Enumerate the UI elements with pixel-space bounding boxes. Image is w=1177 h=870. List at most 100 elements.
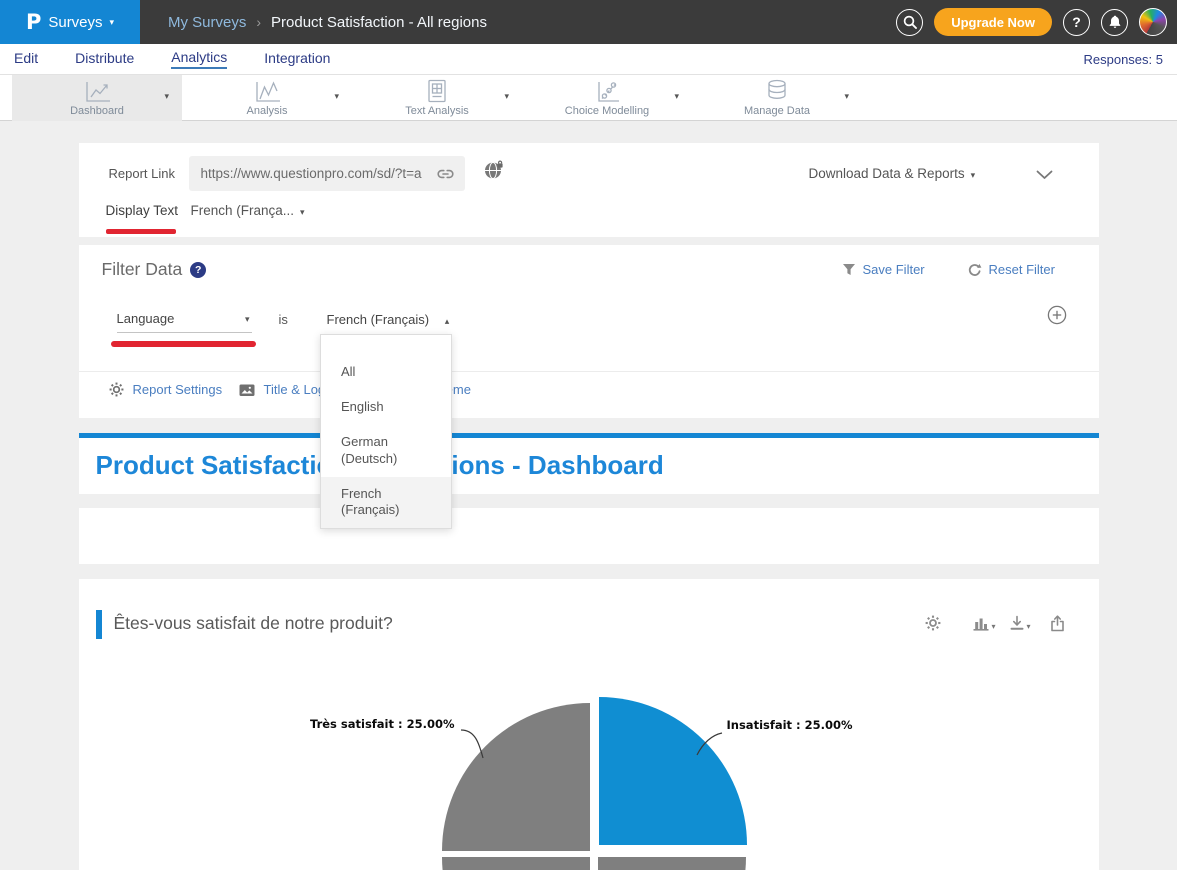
download-icon xyxy=(1009,615,1025,631)
toolbar-item-label: Dashboard xyxy=(70,105,124,117)
display-language-dropdown[interactable]: French (França...▾ xyxy=(191,203,305,218)
filter-field-select[interactable]: Language ▾ xyxy=(117,311,252,333)
chevron-down-icon[interactable]: ▾ xyxy=(844,91,849,102)
toolbar-choice-modelling[interactable]: Choice Modelling ▾ xyxy=(522,75,692,121)
toolbar-item-label: Manage Data xyxy=(744,105,810,117)
upgrade-now-button[interactable]: Upgrade Now xyxy=(934,8,1052,36)
dashboard-title-panel: Product Satisfaction - All regions - Das… xyxy=(79,438,1099,494)
top-navbar: P Surveys ▾ My Surveys › Product Satisfa… xyxy=(0,0,1177,44)
chevron-down-icon: ▾ xyxy=(245,314,250,325)
chevron-down-icon[interactable]: ▾ xyxy=(164,91,169,102)
question-accent-tick xyxy=(96,610,102,639)
chevron-down-icon[interactable]: ▾ xyxy=(504,91,509,102)
refresh-icon xyxy=(967,263,982,277)
database-icon xyxy=(765,79,789,104)
toolbar-analysis[interactable]: Analysis ▾ xyxy=(182,75,352,121)
pie-chart[interactable] xyxy=(79,659,1099,870)
pie-slice-insatisfait xyxy=(599,697,747,845)
chart-type-button[interactable]: ▾ xyxy=(972,615,996,631)
pie-slice-tres-satisfait xyxy=(442,703,590,851)
pie-slice-bottom-left xyxy=(442,857,590,870)
toolbar-text-analysis[interactable]: Text Analysis ▾ xyxy=(352,75,522,121)
toolbar-dashboard[interactable]: Dashboard ▾ xyxy=(12,75,182,121)
globe-lock-icon[interactable] xyxy=(484,160,505,185)
breadcrumb-separator: › xyxy=(256,14,261,30)
analytics-toolbar: Dashboard ▾ Analysis ▾ Text Analysis ▾ C… xyxy=(0,75,1177,121)
line-chart-icon xyxy=(81,80,113,104)
search-button[interactable] xyxy=(896,9,923,36)
filter-field-active-bar xyxy=(111,341,256,347)
tab-edit[interactable]: Edit xyxy=(14,50,38,68)
filter-data-title: Filter Data ? xyxy=(102,259,207,280)
scatter-chart-icon xyxy=(593,80,621,104)
download-data-reports-dropdown[interactable]: Download Data & Reports▾ xyxy=(809,166,976,181)
report-link-label: Report Link xyxy=(109,166,175,181)
pie-label-tres-satisfait: Très satisfait : 25.00% xyxy=(259,717,455,731)
search-icon xyxy=(903,15,917,29)
breadcrumb-current-survey: Product Satisfaction - All regions xyxy=(271,14,487,31)
active-tab-underline xyxy=(106,229,176,234)
page-content: Report Link Download Data & Reports▾ Dis… xyxy=(79,143,1099,870)
chart-share-button[interactable] xyxy=(1050,615,1065,632)
tab-integration[interactable]: Integration xyxy=(264,50,330,68)
report-settings-link[interactable]: Report Settings xyxy=(109,382,223,397)
language-option-german[interactable]: German (Deutsch) xyxy=(321,425,421,477)
link-icon[interactable] xyxy=(437,167,454,185)
pie-slice-bottom-right xyxy=(598,857,746,870)
display-text-tab[interactable]: Display Text xyxy=(106,203,179,218)
filter-data-panel: Filter Data ? Save Filter Reset Filter L… xyxy=(79,245,1099,418)
user-avatar[interactable] xyxy=(1139,8,1167,36)
product-menu-label: Surveys xyxy=(48,14,102,31)
survey-tabs: Edit Distribute Analytics Integration Re… xyxy=(0,44,1177,75)
bell-icon xyxy=(1108,15,1122,29)
help-button[interactable]: ? xyxy=(1063,9,1090,36)
reset-filter-button[interactable]: Reset Filter xyxy=(967,262,1055,277)
filter-data-title-text: Filter Data xyxy=(102,259,183,280)
gear-icon xyxy=(109,382,124,397)
toolbar-manage-data[interactable]: Manage Data ▾ xyxy=(692,75,862,121)
topbar-actions: Upgrade Now ? xyxy=(896,0,1167,44)
language-option-french[interactable]: French (Français) xyxy=(321,477,451,529)
notifications-button[interactable] xyxy=(1101,9,1128,36)
breadcrumb-my-surveys[interactable]: My Surveys xyxy=(168,14,246,31)
chevron-down-icon[interactable]: ▾ xyxy=(334,91,339,102)
pie-label-insatisfait: Insatisfait : 25.00% xyxy=(727,718,853,732)
language-options-dropdown: All English German (Deutsch) French (Fra… xyxy=(320,334,452,529)
language-option-all[interactable]: All xyxy=(321,355,451,390)
toolbar-item-label: Analysis xyxy=(247,105,288,117)
questionpro-logo-icon: P xyxy=(26,10,41,34)
filter-operator: is xyxy=(279,312,288,327)
empty-widget-panel xyxy=(79,508,1099,564)
share-icon xyxy=(1050,615,1065,632)
collapse-panel-chevron[interactable] xyxy=(1036,167,1053,185)
save-filter-button[interactable]: Save Filter xyxy=(842,262,925,277)
product-switcher[interactable]: P Surveys ▾ xyxy=(0,0,140,44)
title-logo-link[interactable]: Title & Logo xyxy=(239,382,333,397)
divider xyxy=(79,371,1099,372)
add-filter-condition-button[interactable] xyxy=(1047,305,1067,330)
help-circle-icon[interactable]: ? xyxy=(190,262,206,278)
image-icon xyxy=(239,383,255,397)
tab-analytics[interactable]: Analytics xyxy=(171,49,227,69)
chart-download-button[interactable]: ▾ xyxy=(1009,615,1031,631)
filter-field-value: Language xyxy=(117,311,175,326)
question-chart-card: Êtes-vous satisfait de notre produit? ▾ … xyxy=(79,579,1099,870)
gear-icon xyxy=(925,615,941,631)
chart-settings-button[interactable] xyxy=(925,615,941,631)
tab-distribute[interactable]: Distribute xyxy=(75,50,134,68)
trend-chart-icon xyxy=(251,80,283,104)
language-option-english[interactable]: English xyxy=(321,390,451,425)
save-filter-label: Save Filter xyxy=(863,262,925,277)
chevron-down-icon: ▾ xyxy=(300,207,305,217)
toolbar-item-label: Text Analysis xyxy=(405,105,469,117)
filter-value-select[interactable]: French (Français) ▴ xyxy=(327,312,450,327)
report-link-input[interactable] xyxy=(189,156,465,191)
bar-chart-icon xyxy=(972,615,990,631)
funnel-icon xyxy=(842,263,856,276)
page-title: Product Satisfaction - All regions - Das… xyxy=(79,438,1099,492)
chevron-down-icon: ▾ xyxy=(971,170,976,180)
chevron-down-icon: ▾ xyxy=(1027,622,1031,631)
reset-filter-label: Reset Filter xyxy=(989,262,1055,277)
toolbar-item-label: Choice Modelling xyxy=(565,105,649,117)
chevron-down-icon[interactable]: ▾ xyxy=(674,91,679,102)
